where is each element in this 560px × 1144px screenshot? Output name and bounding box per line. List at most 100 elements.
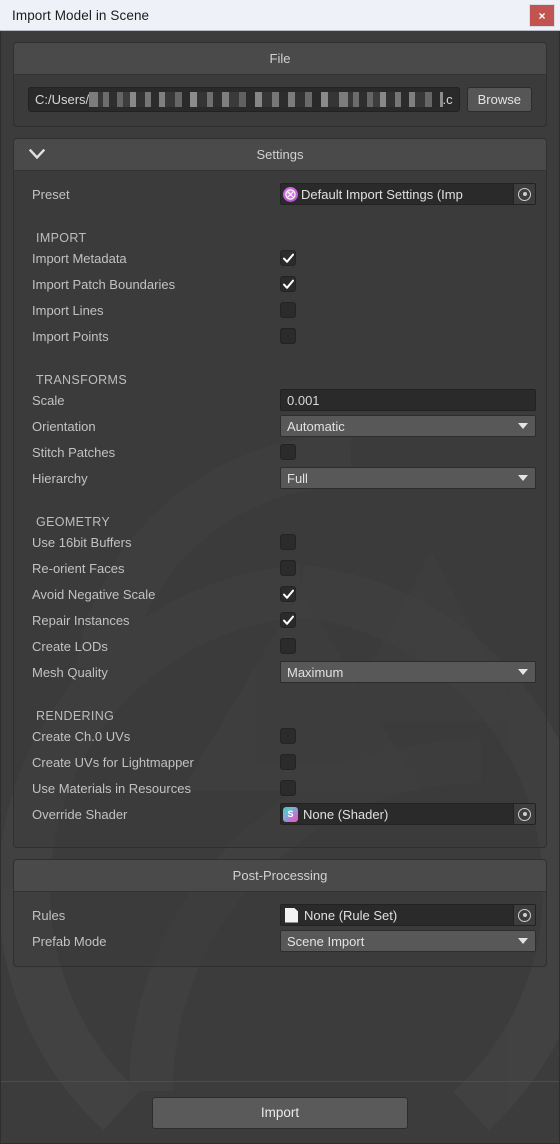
post-processing-group-header: Post-Processing (14, 860, 546, 892)
file-path-redacted (89, 92, 443, 107)
control-repair-instances (280, 612, 532, 628)
object-picker-icon[interactable] (513, 905, 535, 925)
preset-label: Preset (32, 186, 70, 202)
label-repair-instances: Repair Instances (32, 612, 130, 628)
hierarchy-value: Full (287, 470, 308, 486)
spacer-after-transforms (14, 491, 546, 503)
hierarchy-dropdown[interactable]: Full (280, 467, 536, 489)
ruleset-icon (285, 907, 298, 923)
scale-input[interactable]: 0.001 (280, 389, 536, 411)
label-orientation: Orientation (32, 418, 96, 434)
object-picker-glyph (518, 908, 531, 922)
control-hierarchy: Full (280, 467, 536, 489)
row-import-metadata: Import Metadata (14, 245, 546, 271)
file-group-body: C:/Users/ .c Browse (14, 75, 546, 126)
row-orientation: Orientation Automatic (14, 413, 546, 439)
file-path-input[interactable]: C:/Users/ .c (28, 87, 460, 112)
row-create-uvs-lightmapper: Create UVs for Lightmapper (14, 749, 546, 775)
rules-object-field[interactable]: None (Rule Set) (280, 904, 536, 926)
object-picker-icon[interactable] (513, 804, 535, 824)
checkbox-import-lines[interactable] (280, 302, 296, 318)
settings-group: Settings Preset Default Import Settings … (13, 138, 547, 848)
label-create-lods: Create LODs (32, 638, 108, 654)
row-create-ch0-uvs: Create Ch.0 UVs (14, 723, 546, 749)
label-import-patch-boundaries: Import Patch Boundaries (32, 276, 176, 292)
chevron-down-icon (518, 423, 528, 429)
label-prefab-mode: Prefab Mode (32, 933, 107, 949)
settings-group-title: Settings (256, 147, 304, 162)
row-use-16bit-buffers: Use 16bit Buffers (14, 529, 546, 555)
label-use-16bit-buffers: Use 16bit Buffers (32, 534, 132, 550)
label-override-shader: Override Shader (32, 806, 128, 822)
file-path-suffix: .c (442, 92, 453, 107)
checkbox-avoid-negative-scale[interactable] (280, 586, 296, 602)
checkbox-import-patch-boundaries[interactable] (280, 276, 296, 292)
checkbox-use-16bit-buffers[interactable] (280, 534, 296, 550)
label-mesh-quality: Mesh Quality (32, 664, 108, 680)
spacer-after-geometry (14, 685, 546, 697)
spacer-after-import (14, 349, 546, 361)
import-button[interactable]: Import (152, 1096, 408, 1129)
label-re-orient-faces: Re-orient Faces (32, 560, 125, 576)
label-import-metadata: Import Metadata (32, 250, 127, 266)
checkbox-create-ch0-uvs[interactable] (280, 728, 296, 744)
checkbox-repair-instances[interactable] (280, 612, 296, 628)
spacer-after-rendering (14, 827, 546, 835)
file-group-header: File (14, 43, 546, 75)
preset-object-field[interactable]: Default Import Settings (Imp (280, 183, 536, 205)
checkbox-create-uvs-lightmapper[interactable] (280, 754, 296, 770)
chevron-down-icon (518, 669, 528, 675)
settings-group-body: Preset Default Import Settings (Imp IMPO… (14, 171, 546, 847)
checkbox-use-materials-in-resources[interactable] (280, 780, 296, 796)
prefab-mode-dropdown[interactable]: Scene Import (280, 930, 536, 952)
mesh-quality-dropdown[interactable]: Maximum (280, 661, 536, 683)
close-icon[interactable]: × (529, 4, 555, 27)
preset-spacer (14, 207, 546, 219)
override-shader-object-field[interactable]: S None (Shader) (280, 803, 536, 825)
checkbox-create-lods[interactable] (280, 638, 296, 654)
row-hierarchy: Hierarchy Full (14, 465, 546, 491)
settings-group-header[interactable]: Settings (14, 139, 546, 171)
control-scale: 0.001 (280, 389, 536, 411)
control-import-lines (280, 302, 532, 318)
dialog-body: File C:/Users/ .c Browse Settings Preset… (0, 31, 560, 1144)
row-import-patch-boundaries: Import Patch Boundaries (14, 271, 546, 297)
window-titlebar: Import Model in Scene × (0, 0, 560, 31)
checkbox-stitch-patches[interactable] (280, 444, 296, 460)
orientation-dropdown[interactable]: Automatic (280, 415, 536, 437)
row-repair-instances: Repair Instances (14, 607, 546, 633)
file-group-title: File (269, 51, 291, 66)
control-orientation: Automatic (280, 415, 536, 437)
preset-value: Default Import Settings (Imp (301, 186, 463, 202)
chevron-down-glyph (29, 149, 45, 160)
check-icon (282, 589, 294, 599)
row-create-lods: Create LODs (14, 633, 546, 659)
check-icon (282, 253, 294, 263)
control-rules: None (Rule Set) (280, 904, 536, 926)
preset-glyph (285, 188, 296, 200)
control-use-materials-in-resources (280, 780, 532, 796)
chevron-down-icon (518, 938, 528, 944)
label-import-points: Import Points (32, 328, 109, 344)
checkbox-re-orient-faces[interactable] (280, 560, 296, 576)
row-rules: Rules None (Rule Set) (14, 902, 546, 928)
checkbox-import-points[interactable] (280, 328, 296, 344)
control-create-ch0-uvs (280, 728, 532, 744)
browse-button[interactable]: Browse (466, 87, 532, 112)
label-hierarchy: Hierarchy (32, 470, 88, 486)
object-picker-icon[interactable] (513, 184, 535, 204)
control-use-16bit-buffers (280, 534, 532, 550)
label-create-uvs-lightmapper: Create UVs for Lightmapper (32, 754, 194, 770)
override-shader-value: None (Shader) (303, 806, 389, 822)
row-import-lines: Import Lines (14, 297, 546, 323)
control-prefab-mode: Scene Import (280, 930, 536, 952)
prefab-mode-value: Scene Import (287, 933, 365, 949)
file-path-prefix: C:/Users/ (35, 92, 90, 107)
control-import-metadata (280, 250, 532, 266)
control-create-uvs-lightmapper (280, 754, 532, 770)
preset-row: Preset Default Import Settings (Imp (14, 181, 546, 207)
checkbox-import-metadata[interactable] (280, 250, 296, 266)
chevron-down-icon (518, 475, 528, 481)
post-processing-group-title: Post-Processing (232, 868, 328, 883)
chevron-down-icon[interactable] (28, 146, 46, 164)
